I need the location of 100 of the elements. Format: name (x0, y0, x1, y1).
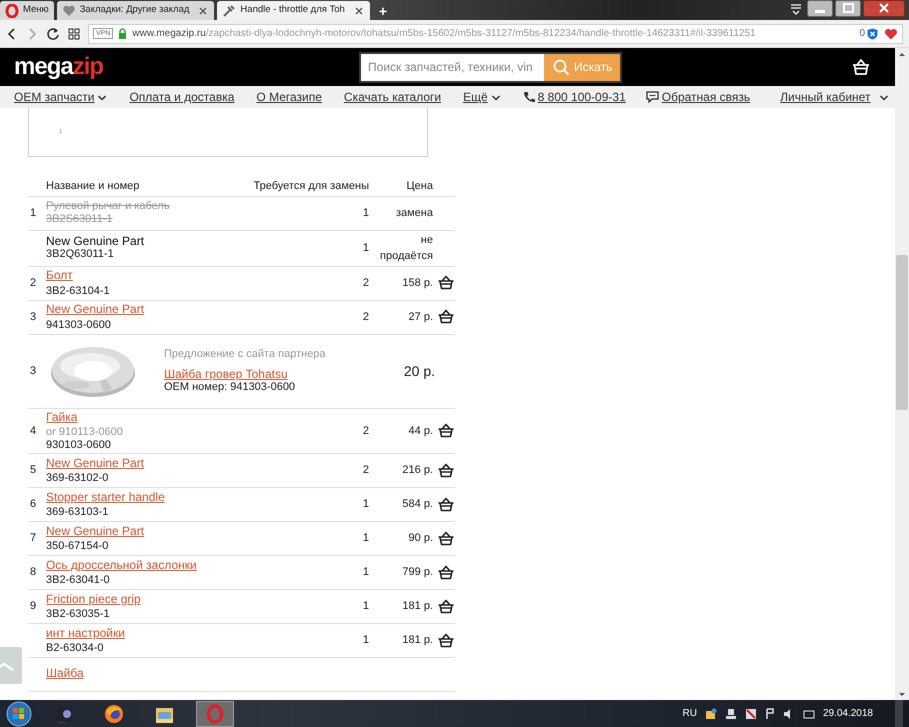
nav-link[interactable]: Обратная связь (646, 88, 750, 106)
part-link[interactable]: Болт (46, 269, 73, 282)
quantity: 1 (362, 240, 369, 256)
row-number: 3 (29, 364, 38, 379)
nav-link[interactable]: 8 800 100-09-31 (522, 88, 626, 106)
part-name: Рулевой рычаг и кабель (46, 200, 171, 213)
basket-icon[interactable] (437, 564, 455, 580)
maximize-icon[interactable] (835, 0, 861, 17)
part-number: 3B2-63041-0 (46, 574, 111, 588)
firefox-icon (104, 704, 124, 724)
search-icon (552, 58, 570, 76)
site-logo[interactable]: megazip (14, 49, 104, 85)
flag-icon[interactable] (764, 708, 775, 720)
part-name: New Genuine Part (46, 235, 146, 248)
price: не продаётся (379, 232, 433, 264)
browser-tab[interactable]: Handle - throttle для Toh (217, 1, 370, 20)
row-number: 9 (29, 599, 38, 614)
basket-icon (851, 58, 871, 76)
reload-icon[interactable] (46, 26, 60, 40)
battery-icon[interactable] (802, 708, 815, 720)
tool-icon (222, 4, 236, 18)
row-number: 2 (29, 276, 38, 291)
part-number: 3B2-63104-1 (46, 284, 111, 298)
part-link[interactable]: New Genuine Part (46, 524, 144, 538)
close-icon[interactable] (352, 4, 365, 16)
quantity: 1 (362, 633, 369, 648)
price: 216 р. (402, 464, 433, 476)
new-tab-button[interactable]: + (372, 2, 394, 20)
row-number: 6 (29, 497, 38, 512)
date-text[interactable]: 29.04.2018 (822, 706, 873, 722)
part-link[interactable]: Шайба гровер Tohatsu (164, 368, 326, 381)
basket-icon[interactable] (437, 496, 455, 512)
shield-icon[interactable] (867, 28, 878, 40)
heart-icon[interactable] (884, 28, 898, 40)
price: 27 р. (408, 310, 433, 323)
price: 20 р. (402, 362, 436, 381)
antivirus-icon[interactable] (744, 708, 757, 720)
part-link[interactable]: Stopper starter handle (46, 490, 165, 504)
action-center-icon[interactable] (704, 708, 717, 720)
alternate-number: or 910113-0600 (46, 426, 124, 439)
opera-icon (5, 4, 19, 18)
part-number: 3B2-63035-1 (46, 608, 111, 622)
part-number: 350-67154-0 (46, 540, 110, 554)
price: 90 р. (408, 532, 433, 544)
row-number: 5 (29, 463, 38, 478)
opera-icon (205, 704, 225, 724)
price: 181 р. (402, 634, 433, 646)
price: 799 р. (402, 566, 433, 578)
basket-icon[interactable] (437, 530, 455, 546)
language-indicator[interactable]: RU (682, 706, 697, 721)
price: 44 р. (408, 424, 433, 436)
price: замена (396, 206, 433, 219)
heart-icon (62, 4, 76, 18)
basket-icon[interactable] (437, 462, 455, 478)
price: 584 р. (402, 498, 433, 510)
basket-icon[interactable] (437, 275, 455, 290)
quantity: 1 (362, 599, 369, 614)
start-button[interactable] (6, 700, 32, 726)
basket-icon[interactable] (437, 309, 455, 324)
browser-tab[interactable]: Закладки: Другие заклад (56, 1, 214, 20)
search-field[interactable]: Поиск запчастей, техники, vin (361, 54, 544, 80)
row-number: 4 (29, 424, 38, 438)
part-link[interactable]: Шайба (46, 667, 84, 680)
lock-icon (118, 28, 128, 39)
row-number: 3 (29, 310, 38, 325)
part-link[interactable]: Ось дроссельной заслонки (46, 558, 197, 572)
part-link[interactable]: Гайка (46, 410, 78, 424)
close-icon[interactable] (863, 0, 905, 17)
part-link[interactable]: инт настройки (46, 626, 125, 640)
quantity: 2 (362, 463, 369, 478)
caret-icon (879, 94, 890, 100)
part-number: 369-63103-1 (46, 506, 110, 520)
network-icon[interactable] (724, 708, 737, 720)
row-number: 8 (29, 565, 38, 580)
quantity: 1 (362, 497, 369, 512)
part-link[interactable]: Friction piece grip (46, 592, 141, 606)
close-icon[interactable] (197, 4, 210, 16)
basket-icon[interactable] (437, 598, 455, 614)
url-text[interactable]: www.megazip.ru/zapchasti-dlya-lodochnyh-motorov/tohatsu/m5bs-15602/m5bs-31127/m5bs-812234/handle-throttle-14623311#/il-339611251 (132, 26, 756, 41)
basket-icon[interactable] (437, 423, 455, 438)
nav-link[interactable]: О Мегазипе (256, 88, 322, 106)
basket-icon[interactable] (437, 632, 455, 648)
row-number: 7 (29, 531, 38, 546)
nav-link[interactable]: OEM запчасти (14, 88, 108, 106)
nav-link[interactable]: Ещё (463, 88, 501, 106)
price: 158 р. (402, 276, 433, 289)
phone-icon (522, 91, 535, 103)
part-link[interactable]: New Genuine Part (46, 456, 144, 470)
column-header: Название и номер (46, 179, 140, 194)
browser-tab[interactable]: Меню (0, 1, 54, 20)
nav-link[interactable]: Скачать каталоги (344, 88, 442, 106)
nav-link[interactable]: Оплата и доставка (129, 88, 234, 106)
row-number: 1 (29, 206, 38, 221)
grid-icon[interactable] (68, 28, 80, 40)
part-link[interactable]: New Genuine Part (46, 303, 144, 316)
minimize-icon[interactable] (807, 0, 833, 17)
part-number: 3B2Q63011-1 (46, 248, 115, 261)
quantity: 2 (362, 424, 369, 438)
nav-link[interactable]: Личный кабинет (780, 88, 890, 106)
chat-icon (646, 91, 659, 103)
